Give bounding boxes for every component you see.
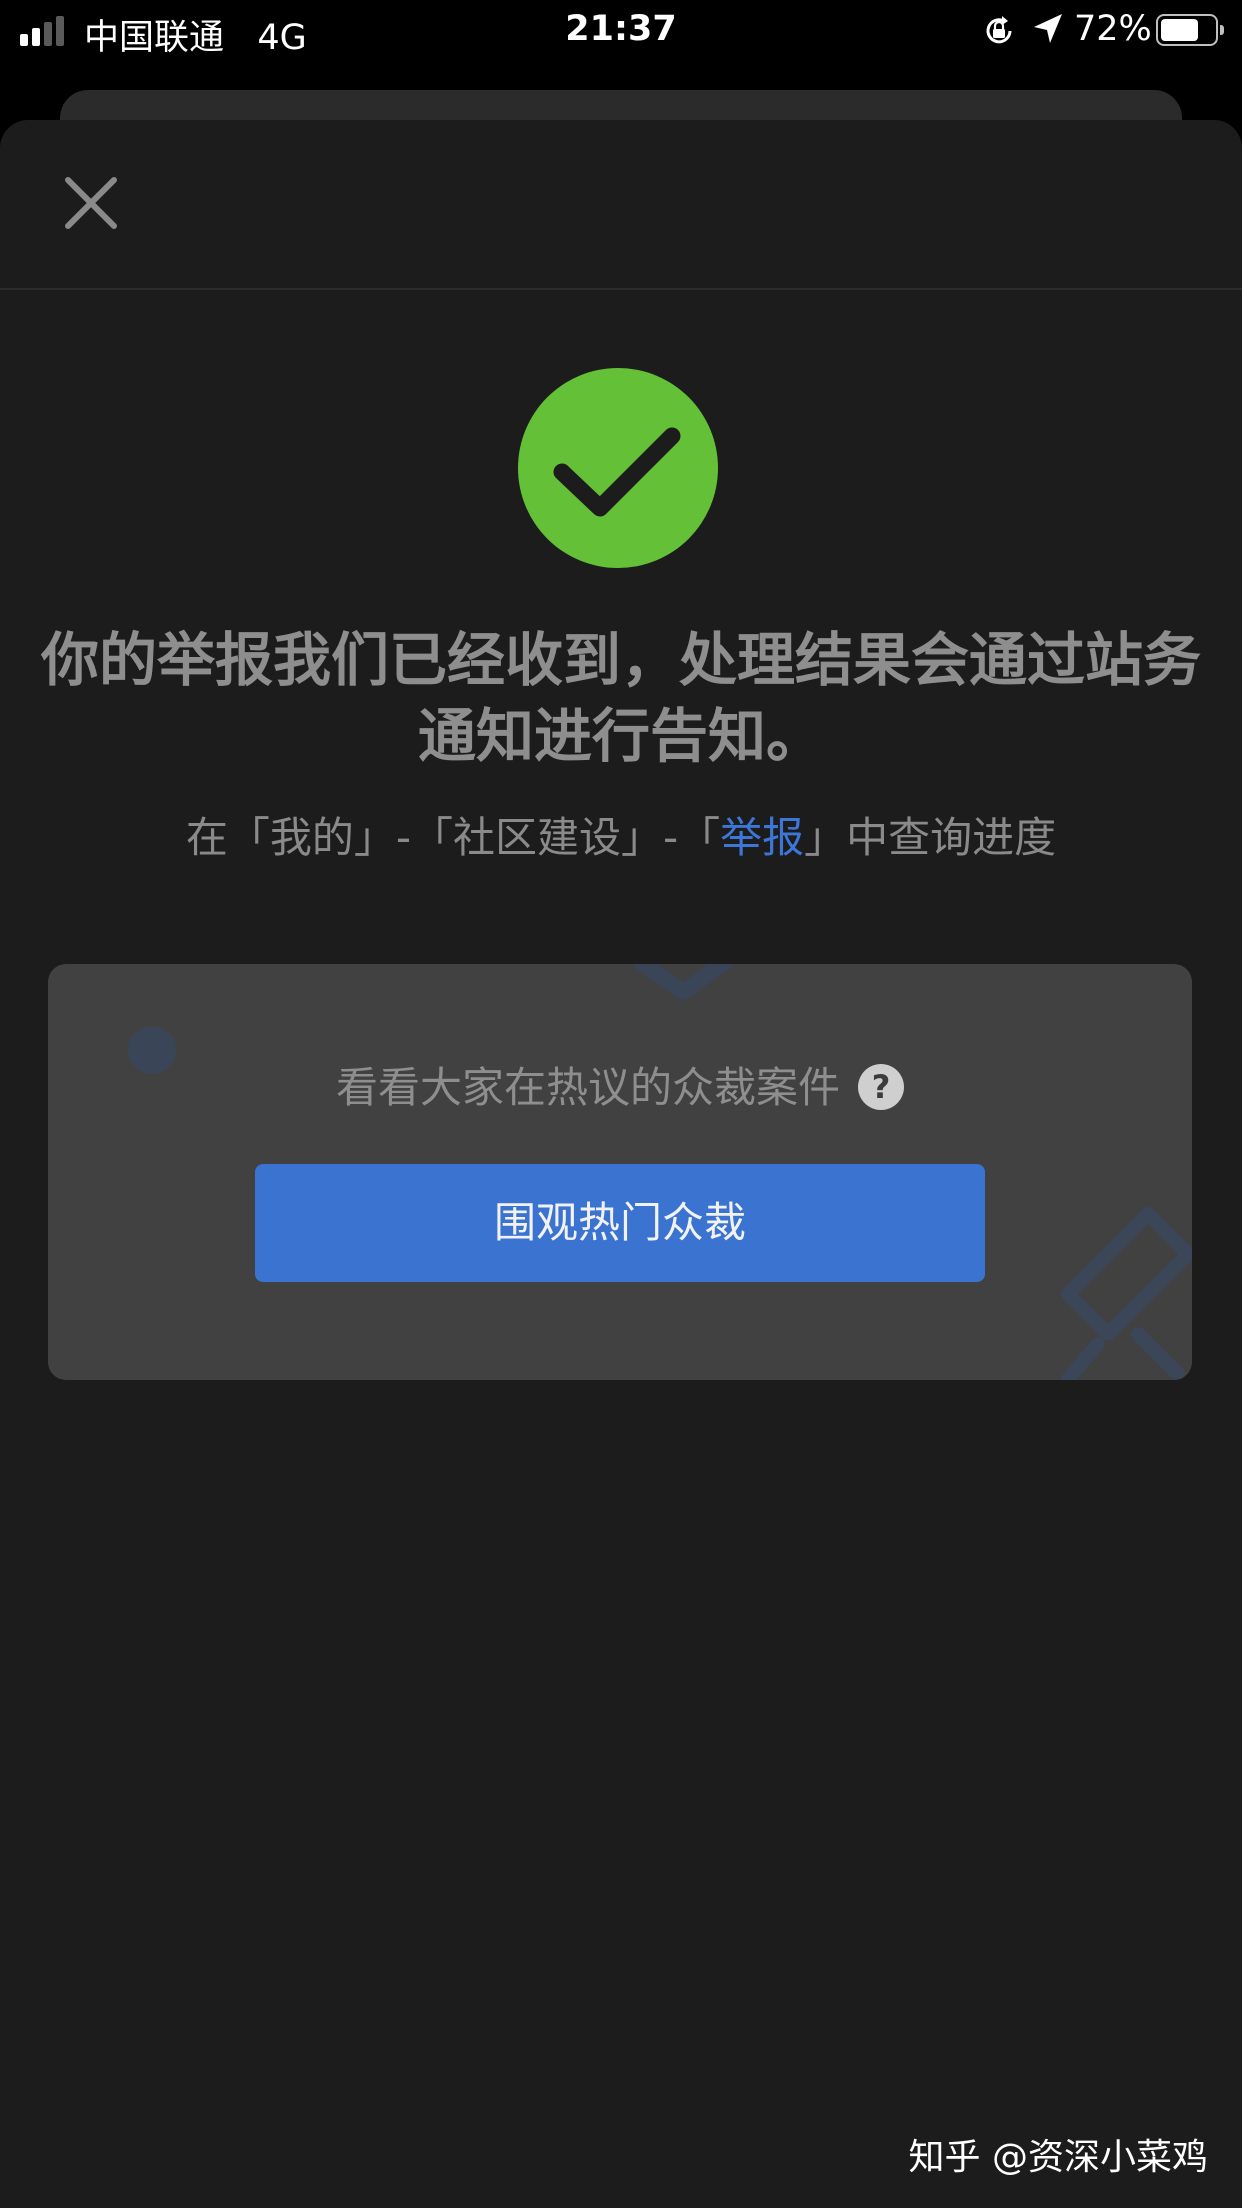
jury-cases-card: 看看大家在热议的众裁案件? 围观热门众裁 bbox=[48, 964, 1192, 1380]
battery-level-fill bbox=[1161, 19, 1198, 41]
jury-prompt-text: 看看大家在热议的众裁案件 bbox=[335, 1063, 840, 1112]
progress-hint: 在「我的」-「社区建设」-「举报」中查询进度 bbox=[40, 810, 1202, 866]
help-icon[interactable]: ? bbox=[858, 1064, 904, 1110]
watermark: 知乎 @资深小菜鸡 bbox=[908, 2137, 1208, 2178]
status-bar: 中国联通 4G 21:37 72% bbox=[0, 0, 1242, 62]
checkmark-circle-icon bbox=[518, 368, 718, 568]
watch-hot-jury-button[interactable]: 围观热门众裁 bbox=[255, 1164, 985, 1282]
battery-icon bbox=[1156, 14, 1224, 46]
header-divider bbox=[0, 288, 1242, 290]
progress-hint-prefix: 在「我的」-「社区建设」-「 bbox=[185, 813, 721, 862]
battery-percent: 72% bbox=[1074, 9, 1152, 49]
progress-hint-suffix: 」中查询进度 bbox=[804, 813, 1057, 862]
decorative-gavel-icon bbox=[1061, 1207, 1192, 1380]
report-received-message: 你的举报我们已经收到，处理结果会通过站务通知进行告知。 bbox=[40, 626, 1201, 770]
decorative-chevron-icon bbox=[633, 964, 733, 1000]
close-icon[interactable] bbox=[62, 174, 120, 232]
report-link[interactable]: 举报 bbox=[720, 813, 804, 862]
jury-prompt: 看看大家在热议的众裁案件? bbox=[48, 1060, 1192, 1116]
rotation-lock-icon bbox=[986, 16, 1012, 44]
location-arrow-icon bbox=[1034, 14, 1062, 43]
